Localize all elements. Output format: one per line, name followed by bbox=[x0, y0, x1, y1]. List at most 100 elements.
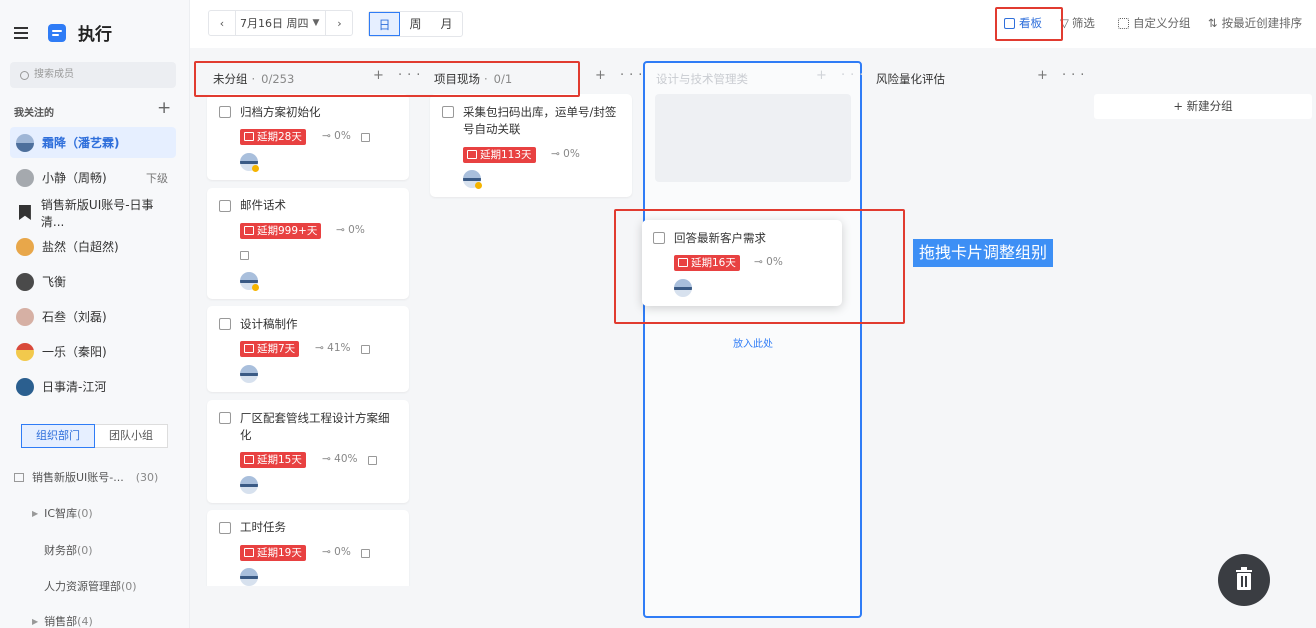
new-group-button[interactable]: + 新建分组 bbox=[1094, 94, 1312, 119]
overdue-badge: 延期999+天 bbox=[240, 223, 322, 239]
avatar bbox=[16, 272, 34, 291]
search-icon bbox=[20, 70, 29, 80]
task-title: 邮件话术 bbox=[240, 198, 286, 212]
progress-value: 0% bbox=[334, 546, 351, 558]
tree-item[interactable]: 财务部 (0) bbox=[44, 542, 93, 558]
task-checkbox[interactable] bbox=[219, 318, 231, 330]
member-name: 销售新版UI账号-日事清... bbox=[40, 197, 154, 229]
member-item[interactable]: 霜降（潘艺霖) bbox=[10, 127, 176, 158]
member-item[interactable]: 盐然（白超然) bbox=[10, 231, 176, 262]
edit-icon[interactable] bbox=[361, 133, 370, 142]
progress-text: ⊸ 40% bbox=[322, 453, 358, 465]
edit-icon[interactable] bbox=[240, 251, 249, 260]
member-item[interactable]: 小静（周畅) 下级 bbox=[10, 162, 176, 193]
app-logo-icon bbox=[48, 23, 66, 42]
tree-item-count: (0) bbox=[121, 579, 137, 593]
tree-item[interactable]: 人力资源管理部 (0) bbox=[44, 578, 137, 594]
member-name: 小静（周畅) bbox=[42, 171, 107, 185]
sort-icon: ⇅ bbox=[1208, 16, 1218, 30]
member-item[interactable]: 飞衡 bbox=[10, 266, 176, 297]
member-item[interactable]: 一乐（秦阳) bbox=[10, 336, 176, 367]
chevron-down-icon[interactable]: ▼ bbox=[313, 18, 320, 28]
column-title: 风险量化评估 bbox=[876, 72, 945, 86]
column-header[interactable]: 风险量化评估 bbox=[876, 71, 945, 87]
avatar bbox=[16, 237, 34, 256]
followed-section-title: 我关注的 bbox=[14, 108, 54, 119]
prev-date-button[interactable]: ‹ bbox=[209, 17, 235, 30]
overdue-badge: 延期113天 bbox=[463, 147, 536, 163]
member-name: 飞衡 bbox=[42, 275, 67, 289]
annotation-callout: 拖拽卡片调整组别 bbox=[913, 239, 1054, 267]
menu-icon[interactable] bbox=[14, 26, 28, 39]
annotation-box-card bbox=[614, 209, 905, 324]
member-item[interactable]: 销售新版UI账号-日事清... bbox=[10, 197, 176, 229]
task-checkbox[interactable] bbox=[442, 106, 454, 118]
drop-hint: 放入此处 bbox=[733, 339, 773, 350]
tree-item-count: (0) bbox=[77, 506, 93, 520]
column-actions[interactable]: + ··· bbox=[816, 68, 868, 83]
filter-label: 筛选 bbox=[1071, 16, 1095, 30]
assignee-avatar bbox=[240, 365, 258, 383]
edit-icon[interactable] bbox=[361, 549, 370, 558]
sort-label: 按最近创建排序 bbox=[1221, 16, 1303, 30]
avatar bbox=[16, 377, 34, 396]
column-actions[interactable]: + ··· bbox=[595, 68, 647, 83]
tree-item-label: 财务部 bbox=[44, 544, 77, 557]
overdue-badge: 延期15天 bbox=[240, 452, 306, 468]
filter-button[interactable]: ▽ 筛选 bbox=[1060, 15, 1095, 31]
tree-item-label: IC智库 bbox=[44, 507, 78, 520]
date-picker[interactable]: 7月16日 周四 bbox=[236, 15, 313, 31]
sort-button[interactable]: ⇅ 按最近创建排序 bbox=[1208, 15, 1302, 31]
member-item[interactable]: 日事清-江河 bbox=[10, 371, 176, 402]
task-title: 归档方案初始化 bbox=[240, 105, 321, 119]
custom-group-button[interactable]: 自定义分组 bbox=[1118, 15, 1191, 31]
edit-icon[interactable] bbox=[361, 345, 370, 354]
task-checkbox[interactable] bbox=[219, 412, 231, 424]
tree-item-count: (4) bbox=[77, 614, 93, 628]
view-week-button[interactable]: 周 bbox=[400, 12, 431, 36]
tree-item[interactable]: ▶ 销售部 (4) bbox=[32, 614, 93, 628]
edit-icon[interactable] bbox=[368, 456, 377, 465]
board-fade bbox=[190, 586, 420, 628]
tab-teams[interactable]: 团队小组 bbox=[95, 424, 168, 448]
avatar bbox=[16, 342, 34, 361]
next-date-button[interactable]: › bbox=[326, 17, 352, 30]
assignee-avatar bbox=[240, 568, 258, 586]
overdue-badge: 延期7天 bbox=[240, 341, 300, 357]
star-icon bbox=[475, 182, 482, 189]
tree-item-label: 销售新版UI账号-... bbox=[32, 471, 124, 484]
task-title: 工时任务 bbox=[240, 520, 286, 534]
task-checkbox[interactable] bbox=[219, 106, 231, 118]
search-placeholder: 搜索成员 bbox=[34, 69, 74, 80]
tree-item-label: 销售部 bbox=[44, 615, 78, 628]
task-checkbox[interactable] bbox=[219, 200, 231, 212]
task-title: 设计稿制作 bbox=[240, 317, 298, 331]
view-switcher: 日 周 月 bbox=[368, 11, 463, 37]
member-name: 石叁（刘磊) bbox=[42, 310, 107, 324]
task-checkbox[interactable] bbox=[219, 522, 231, 534]
sidebar: 执行 搜索成员 我关注的 + 霜降（潘艺霖) 小静（周畅) 下级 销售新版UI账… bbox=[0, 0, 190, 628]
custom-group-label: 自定义分组 bbox=[1133, 16, 1191, 30]
view-day-button[interactable]: 日 bbox=[369, 12, 400, 36]
tab-departments[interactable]: 组织部门 bbox=[21, 424, 95, 448]
tree-item[interactable]: 销售新版UI账号-... (30) bbox=[14, 469, 158, 485]
add-followed-button[interactable]: + bbox=[157, 98, 171, 118]
tree-item[interactable]: ▶ IC智库 (0) bbox=[32, 505, 93, 521]
member-item[interactable]: 石叁（刘磊) bbox=[10, 301, 176, 332]
column-actions[interactable]: + ··· bbox=[1037, 68, 1089, 83]
avatar bbox=[16, 168, 34, 187]
card-placeholder bbox=[655, 94, 851, 182]
task-title: 厂区配套管线工程设计方案细化 bbox=[240, 411, 390, 442]
org-icon bbox=[14, 472, 24, 482]
tree-item-label: 人力资源管理部 bbox=[44, 580, 121, 593]
annotation-box-kanban bbox=[995, 7, 1063, 41]
progress-value: 0% bbox=[563, 148, 580, 160]
grid-icon bbox=[1118, 17, 1129, 29]
column-header[interactable]: 设计与技术管理类 bbox=[656, 71, 748, 87]
sidebar-header: 执行 bbox=[14, 20, 112, 45]
overdue-badge: 延期19天 bbox=[240, 545, 306, 561]
member-search-input[interactable]: 搜索成员 bbox=[10, 62, 176, 88]
star-icon bbox=[252, 284, 259, 291]
view-month-button[interactable]: 月 bbox=[431, 12, 462, 36]
trash-icon[interactable] bbox=[1218, 554, 1270, 606]
